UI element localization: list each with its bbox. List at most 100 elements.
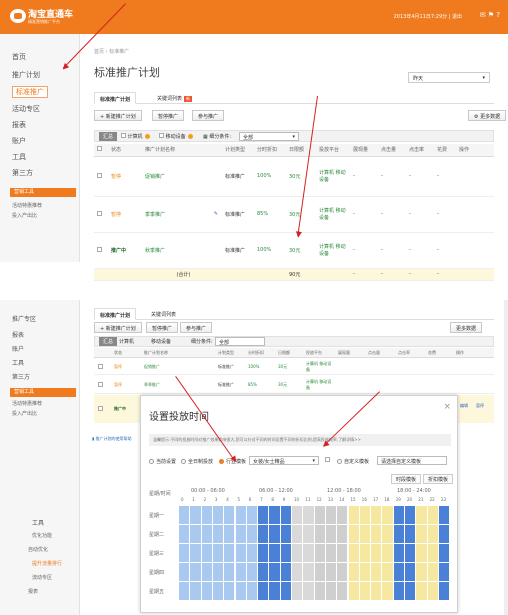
time-cell[interactable] [325,582,338,601]
time-cell[interactable] [416,582,428,601]
time-cell[interactable] [438,582,451,601]
tab-standard-plan[interactable]: 标准推广计划 [94,308,137,320]
new-plan-button[interactable]: + 新建推广计划 [94,322,142,333]
sidebar2-item[interactable]: 报表 [12,330,24,339]
sidebar2-sub[interactable]: 投入产出比 [12,410,37,417]
platform-link[interactable]: 计算机 移动设备 [306,379,334,391]
time-cell[interactable] [201,506,213,525]
time-cell[interactable] [201,582,213,601]
sidebar-item-tools[interactable]: 工具 [12,152,26,162]
table-row[interactable]: 暂停 季季推广 标准推广 85% 30元 计算机 移动设备 [94,376,494,394]
time-cell[interactable] [179,506,191,525]
discount-template-button[interactable]: 折扣模板 [423,474,454,484]
time-cell[interactable] [348,506,360,525]
condition-select[interactable]: 全部 [215,337,265,346]
time-cell[interactable] [382,506,394,525]
checkbox[interactable] [121,133,126,138]
discount-link[interactable]: 100% [248,364,259,369]
radio[interactable] [181,459,186,464]
row-checkbox[interactable] [94,196,108,233]
time-cell[interactable] [314,563,326,582]
checkbox[interactable] [97,246,102,252]
time-cell[interactable] [382,582,394,601]
sidebar2-sub-active[interactable]: 提升流量排行 [32,560,62,567]
time-cell[interactable] [292,544,304,563]
time-cell[interactable] [269,582,281,601]
time-cell[interactable] [212,525,225,544]
platform-link[interactable]: 计算机 移动设备 [306,361,334,373]
resume-button[interactable]: 参与推广 [180,322,213,333]
checkbox[interactable] [97,172,102,178]
time-cell[interactable] [235,525,247,544]
more-data-button[interactable]: ⚙ 更多数据 [468,110,507,121]
time-cell[interactable] [269,544,281,563]
time-cell[interactable] [179,525,191,544]
checkbox[interactable] [98,364,103,369]
time-cell[interactable] [258,525,270,544]
plan-name-link[interactable]: 促销推广 [144,364,160,370]
table-row[interactable]: 暂停 促销推广 标准推广 100% 30元 计算机 移动设备 [94,359,494,375]
pause-button[interactable]: 暂停推广 [152,110,185,121]
sidebar-item-thirdparty[interactable]: 第三方 [12,168,33,178]
time-cell[interactable] [292,525,304,544]
checkbox[interactable] [97,146,102,152]
time-cell[interactable] [292,563,304,582]
time-cell[interactable] [325,525,338,544]
sidebar-item-account[interactable]: 账户 [12,136,26,146]
time-cell[interactable] [235,506,247,525]
time-cell[interactable] [359,506,372,525]
row-checkbox[interactable] [94,232,108,269]
platform-link[interactable]: 计算机 移动设备 [316,156,350,197]
time-cell[interactable] [382,563,394,582]
checkbox[interactable] [98,406,103,411]
discount-link[interactable]: 85% [248,382,257,387]
time-cell[interactable] [427,525,439,544]
time-cell[interactable] [393,582,405,601]
discount-link[interactable]: 100% [254,232,286,269]
time-cell[interactable] [269,563,281,582]
user-info[interactable]: 2013年4月11日7:29分 | 退出 [394,13,462,20]
time-cell[interactable] [405,563,417,582]
new-plan-button[interactable]: + 新建推广计划 [94,110,142,121]
time-cell[interactable] [348,563,360,582]
tab-keyword-list[interactable]: 关键词列表 [146,308,181,320]
time-cell[interactable] [438,563,451,582]
time-cell[interactable] [314,506,326,525]
time-cell[interactable] [382,525,394,544]
logo[interactable]: 淘宝直通车 精准营销推广平台 [10,7,88,27]
time-cell[interactable] [224,525,236,544]
sidebar2-sub[interactable]: 流动专区 [32,574,52,581]
sidebar-item-home[interactable]: 首页 [12,52,26,62]
time-cell[interactable] [190,525,202,544]
resume-button[interactable]: 参与推广 [192,110,225,121]
time-cell[interactable] [348,525,360,544]
edit-link[interactable]: 编辑 [460,403,468,409]
discount-link[interactable]: 85% [254,196,286,233]
header-icons[interactable]: ✉ ⚑ ? [480,11,500,19]
time-cell[interactable] [325,544,338,563]
time-cell[interactable] [190,563,202,582]
time-cell[interactable] [337,582,349,601]
time-cell[interactable] [258,582,270,601]
time-cell[interactable] [416,506,428,525]
industry-select[interactable]: 女装/女士精品 ▾ [249,456,319,465]
sidebar2-item[interactable]: 推广专区 [12,314,36,323]
checkbox[interactable] [98,382,103,387]
time-cell[interactable] [224,563,236,582]
filter-computer[interactable]: 计算机 [119,338,134,345]
time-cell[interactable] [179,563,191,582]
limit-link[interactable]: 30元 [278,382,287,388]
limit-link[interactable]: 30元 [286,156,316,197]
time-cell[interactable] [359,563,372,582]
plan-name-link[interactable]: 促销推广 [142,156,222,197]
time-cell[interactable] [337,563,349,582]
plan-name-link[interactable]: 季季推广 [144,382,160,388]
time-cell[interactable] [303,582,315,601]
pause-button[interactable]: 暂停推广 [146,322,179,333]
time-cell[interactable] [359,544,372,563]
option-current[interactable]: 当前设置 [149,458,176,465]
sidebar2-item[interactable]: 账户 [12,344,24,353]
time-cell[interactable] [292,582,304,601]
time-cell[interactable] [258,506,270,525]
sidebar2-tools[interactable]: 工具 [32,518,44,527]
